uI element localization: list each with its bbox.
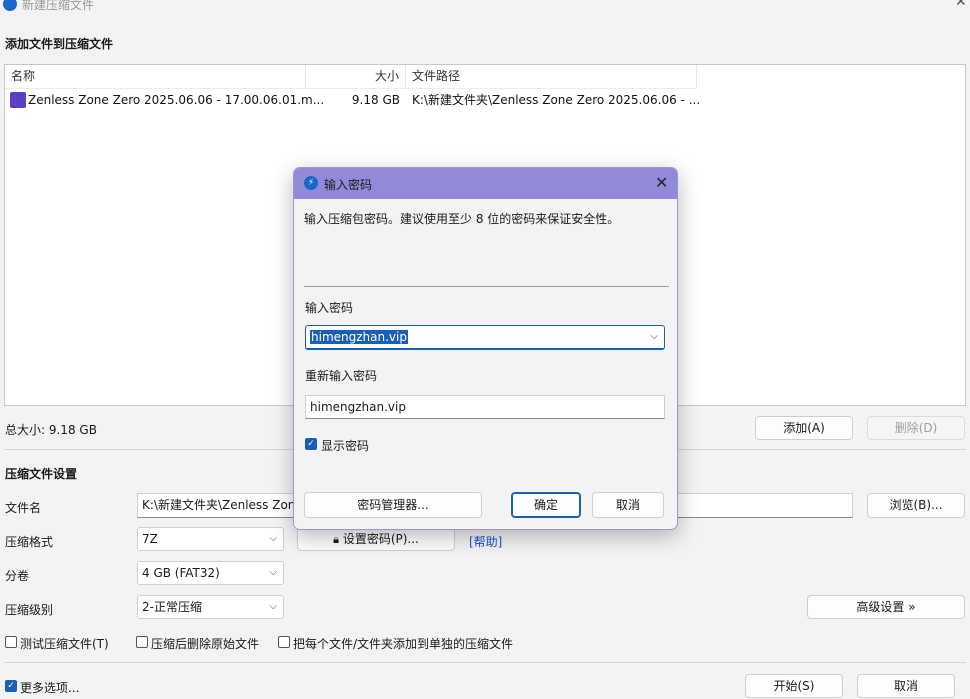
close-icon[interactable]: ✕ [655, 173, 668, 192]
window-title: 新建压缩文件 [22, 0, 95, 12]
dialog-cancel-button[interactable]: 取消 [592, 492, 664, 518]
set-password-button[interactable]: 🔒︎ 设置密码(P)... [297, 527, 455, 551]
password-manager-button[interactable]: 密码管理器... [304, 492, 482, 518]
separate-archives-checkbox[interactable] [278, 636, 290, 648]
file-size-cell: 9.18 GB [351, 93, 400, 107]
format-select[interactable]: 7Z ⌵ [137, 527, 284, 551]
lock-icon: 🔒︎ [333, 533, 339, 546]
split-value: 4 GB (FAT32) [142, 566, 220, 580]
separate-archives-label[interactable]: 把每个文件/文件夹添加到单独的压缩文件 [293, 635, 513, 652]
remove-button[interactable]: 删除(D) [867, 416, 965, 440]
ok-button[interactable]: 确定 [511, 492, 581, 518]
add-button[interactable]: 添加(A) [755, 416, 853, 440]
settings-section-title: 压缩文件设置 [5, 467, 78, 481]
file-path-cell: K:\新建文件夹\Zenless Zone Zero 2025.06.06 - … [412, 93, 701, 107]
level-label: 压缩级别 [5, 603, 54, 617]
filename-label: 文件名 [5, 501, 42, 515]
column-header-size[interactable]: 大小 [306, 65, 406, 88]
start-button[interactable]: 开始(S) [745, 674, 843, 698]
video-file-icon [10, 92, 26, 108]
column-header-name[interactable]: 名称 [5, 65, 306, 88]
password-dialog: ⚡︎ 输入密码 ✕ 输入压缩包密码。建议使用至少 8 位的密码来保证安全性。 输… [293, 167, 678, 530]
dialog-title: 输入密码 [324, 178, 373, 192]
chevron-down-icon: ⌵ [269, 533, 277, 544]
delete-original-label[interactable]: 压缩后删除原始文件 [151, 635, 259, 652]
level-value: 2-正常压缩 [142, 600, 202, 614]
dialog-description: 输入压缩包密码。建议使用至少 8 位的密码来保证安全性。 [304, 212, 620, 226]
total-size: 总大小: 9.18 GB [5, 423, 97, 437]
advanced-settings-button[interactable]: 高级设置 » [807, 595, 965, 619]
cancel-button[interactable]: 取消 [857, 674, 955, 698]
test-archive-checkbox[interactable] [5, 636, 17, 648]
file-name-cell: Zenless Zone Zero 2025.06.06 - 17.00.06.… [28, 93, 325, 107]
dialog-title-bar: ⚡︎ 输入密码 ✕ [294, 168, 677, 199]
delete-original-checkbox[interactable] [136, 636, 148, 648]
set-password-label: 设置密码(P)... [342, 532, 419, 546]
chevron-down-icon[interactable]: ⌵ [650, 326, 658, 348]
chevron-down-icon: ⌵ [269, 601, 277, 612]
show-password-checkbox[interactable]: ✓ [305, 438, 317, 450]
level-select[interactable]: 2-正常压缩 ⌵ [137, 595, 284, 619]
split-label: 分卷 [5, 569, 30, 583]
password-value: himengzhan.vip [310, 330, 408, 344]
more-options-checkbox[interactable]: ✓ [5, 680, 17, 692]
password-label: 输入密码 [305, 301, 354, 315]
test-archive-label[interactable]: 测试压缩文件(T) [20, 635, 109, 652]
app-icon: ⚡︎ [304, 176, 318, 190]
password-input[interactable]: himengzhan.vip ⌵ [305, 325, 665, 350]
help-link[interactable]: [帮助] [469, 533, 502, 550]
confirm-password-input[interactable]: himengzhan.vip [305, 395, 665, 419]
format-label: 压缩格式 [5, 535, 54, 549]
chevron-down-icon: ⌵ [269, 567, 277, 578]
show-password-label[interactable]: 显示密码 [321, 437, 369, 454]
split-select[interactable]: 4 GB (FAT32) ⌵ [137, 561, 284, 585]
app-icon [3, 0, 17, 11]
browse-button[interactable]: 浏览(B)... [867, 493, 965, 518]
more-options-label[interactable]: 更多选项... [20, 679, 79, 696]
column-header-path[interactable]: 文件路径 [406, 65, 697, 88]
confirm-password-label: 重新输入密码 [305, 369, 378, 383]
files-section-title: 添加文件到压缩文件 [5, 37, 114, 51]
format-value: 7Z [142, 532, 158, 546]
close-icon[interactable]: ✕ [955, 0, 967, 10]
